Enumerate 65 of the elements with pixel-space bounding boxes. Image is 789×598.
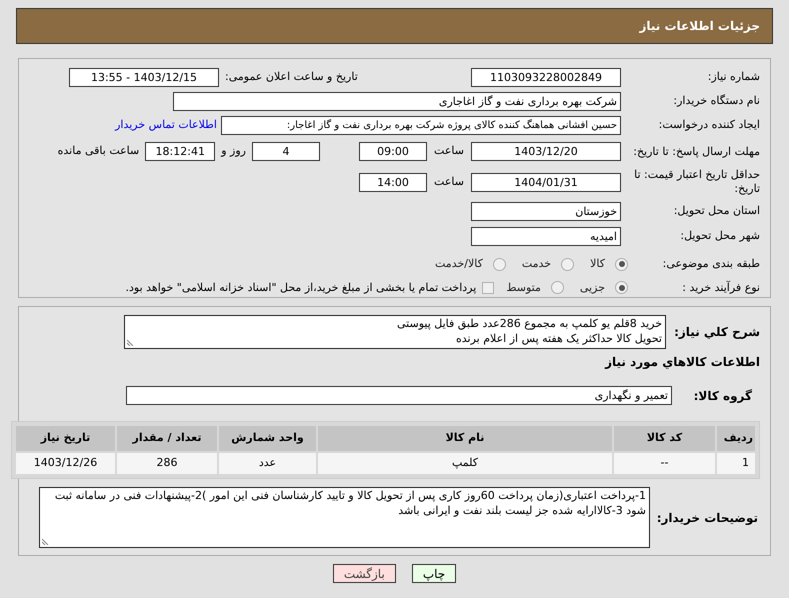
resize-grip-icon[interactable] [42,537,50,545]
table-cell: کلمپ [318,453,612,474]
buyer-notes-field[interactable]: 1-پرداخت اعتباری(زمان پرداخت 60روز کاری پس از تحویل کالا و تایید کارشناسان فنی این امور )2-پیشنهادات فنی در سامانه ثبت شود 3-کالاارایه شده جز لیست بلند نفت و ایرانی باشد [39,487,650,548]
field-label: کالا/خدمت [435,256,483,272]
table-cell: -- [614,453,715,474]
field-label: روز و [221,143,246,160]
requester-field[interactable]: حسین افشانی هماهنگ کننده کالای پروژه شرکت بهره برداری نفت و گاز اغاجار: [221,116,621,135]
field-label: شهر محل تحویل: [679,228,760,244]
field-label: شماره نیاز: [706,69,760,86]
column-header: واحد شمارش [219,426,316,451]
validity-time-field[interactable]: 14:00 [359,172,427,192]
field-label: ساعت باقی مانده [58,143,140,160]
need-number-field[interactable]: 1103093228002849 [471,68,621,87]
radio-button[interactable] [561,258,574,271]
radio-button[interactable] [615,281,628,294]
section-heading: اطلاعات کالاهاي مورد نياز [604,354,760,371]
field-label: متوسط [506,280,541,296]
field-label: توضیحات خریدار: [656,510,759,526]
resize-grip-icon[interactable] [127,338,135,346]
field-label: پرداخت تمام یا بخشی از مبلغ خرید،از محل "اسناد خزانه اسلامی" خواهد بود. [126,280,476,296]
deadline-time-field[interactable]: 09:00 [359,142,427,162]
field-label: مهلت ارسال پاسخ: تا تاریخ: [632,144,760,159]
description-field[interactable]: خرید 8قلم یو کلمپ به مجموع 286عدد طبق فایل پیوستی تحویل کالا حداکثر یک هفته پس از اعلام برنده [124,315,666,349]
print-button[interactable]: چاپ [412,564,456,583]
radio-button[interactable] [492,258,506,271]
province-field[interactable]: خوزستان [471,202,621,222]
field-label: حداقل تاریخ اعتبار قیمت: تا تاریخ: [633,168,760,196]
field-label: تاریخ و ساعت اعلان عمومی: [224,69,359,86]
column-header: نام کالا [318,426,612,451]
radio-button[interactable] [550,281,564,294]
column-header: تاریخ نیاز [16,426,115,451]
goods-group-field[interactable]: تعمیر و نگهداری [126,386,672,405]
field-label: ایجاد کننده درخواست: [658,117,760,134]
remaining-time-field[interactable]: 18:12:41 [145,142,216,162]
announce-date-field[interactable]: 1403/12/15 - 13:55 [69,68,219,87]
field-label: جزیی [580,280,605,296]
field-label: خدمت [522,256,552,272]
table-cell: 1403/12/26 [16,453,115,474]
column-header: تعداد / مقدار [117,426,217,451]
buyer-name-field[interactable]: شرکت بهره برداری نفت و گاز اغاجاری [173,92,621,111]
field-label: ساعت [433,143,465,160]
checkbox[interactable] [482,282,494,294]
radio-button[interactable] [615,258,628,271]
column-header: ردیف [717,426,755,451]
deadline-date-field[interactable]: 1403/12/20 [471,142,621,162]
area-text: 1-پرداخت اعتباری(زمان پرداخت 60روز کاری پس از تحویل کالا و تایید کارشناسان فنی این امور )2-پیشنهادات فنی در سامانه ثبت شود 3-کالاارایه شده جز لیست بلند نفت و ایرانی باشد [54,488,646,518]
back-button[interactable]: بازگشت [332,564,396,583]
days-field[interactable]: 4 [252,142,320,162]
column-header: کد کالا [614,426,715,451]
area-text: خرید 8قلم یو کلمپ به مجموع 286عدد طبق فایل پیوستی تحویل کالا حداکثر یک هفته پس از اعلام برنده [396,316,662,346]
validity-date-field[interactable]: 1404/01/31 [471,172,621,192]
field-label: شرح کلي نياز: [673,324,760,341]
field-label: نام دستگاه خریدار: [672,93,760,110]
table-cell: 1 [717,453,755,474]
field-label: طبقه بندی موضوعی: [662,256,760,272]
city-field[interactable]: امیدیه [471,227,621,246]
field-label: گروه کالا: [692,388,753,404]
table-cell: عدد [219,453,316,474]
page-title: جزئیات اطلاعات نیاز [639,18,760,35]
field-label: کالا [590,256,605,272]
table-cell: 286 [117,453,217,474]
contact-link[interactable]: اطلاعات تماس خریدار [115,117,217,134]
field-label: استان محل تحویل: [672,203,760,220]
field-label: نوع فرآیند خرید : [681,280,760,296]
field-label: ساعت [433,174,465,190]
